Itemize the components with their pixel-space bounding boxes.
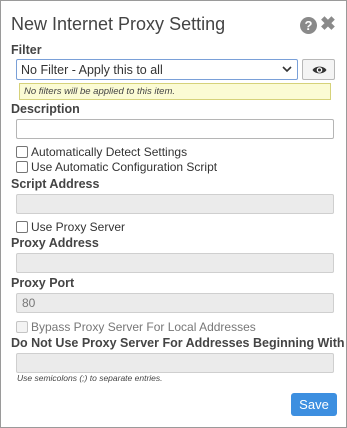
chevron-down-icon	[282, 66, 292, 73]
filter-select[interactable]: No Filter - Apply this to all	[16, 59, 298, 80]
use-proxy-server-row[interactable]: Use Proxy Server	[16, 218, 126, 234]
close-icon[interactable]: ✖	[320, 14, 336, 36]
exceptions-label: Do Not Use Proxy Server For Addresses Be…	[11, 336, 345, 350]
filter-selected-value: No Filter - Apply this to all	[21, 63, 163, 77]
save-button[interactable]: Save	[291, 393, 337, 416]
proxy-port-label: Proxy Port	[11, 276, 75, 290]
filter-tooltip: No filters will be applied to this item.	[19, 83, 331, 100]
auto-detect-label: Automatically Detect Settings	[31, 144, 188, 159]
use-proxy-server-label: Use Proxy Server	[31, 219, 126, 234]
proxy-port-input[interactable]	[16, 293, 334, 313]
script-address-label: Script Address	[11, 177, 100, 191]
script-address-input[interactable]	[16, 194, 334, 214]
auto-config-script-row[interactable]: Use Automatic Configuration Script	[16, 158, 218, 174]
exceptions-input[interactable]	[16, 353, 334, 373]
bypass-local-label: Bypass Proxy Server For Local Addresses	[31, 319, 256, 334]
auto-detect-checkbox[interactable]	[16, 145, 28, 158]
proxy-setting-dialog: New Internet Proxy Setting ? ✖ Filter No…	[0, 0, 347, 428]
dialog-title: New Internet Proxy Setting	[11, 14, 226, 34]
description-label: Description	[11, 102, 80, 116]
preview-filter-button[interactable]	[302, 59, 335, 80]
description-input[interactable]	[16, 119, 334, 139]
exceptions-hint: Use semicolons (;) to separate entries.	[17, 373, 163, 383]
eye-icon	[312, 66, 327, 74]
bypass-local-checkbox[interactable]	[16, 320, 28, 333]
auto-config-script-checkbox[interactable]	[16, 160, 28, 173]
proxy-address-label: Proxy Address	[11, 236, 99, 250]
bypass-local-row[interactable]: Bypass Proxy Server For Local Addresses	[16, 318, 256, 334]
proxy-address-input[interactable]	[16, 253, 334, 273]
auto-detect-row[interactable]: Automatically Detect Settings	[16, 143, 188, 159]
use-proxy-server-checkbox[interactable]	[16, 220, 28, 233]
filter-label: Filter	[11, 43, 42, 57]
help-icon[interactable]: ?	[300, 17, 317, 34]
auto-config-script-label: Use Automatic Configuration Script	[31, 159, 218, 174]
